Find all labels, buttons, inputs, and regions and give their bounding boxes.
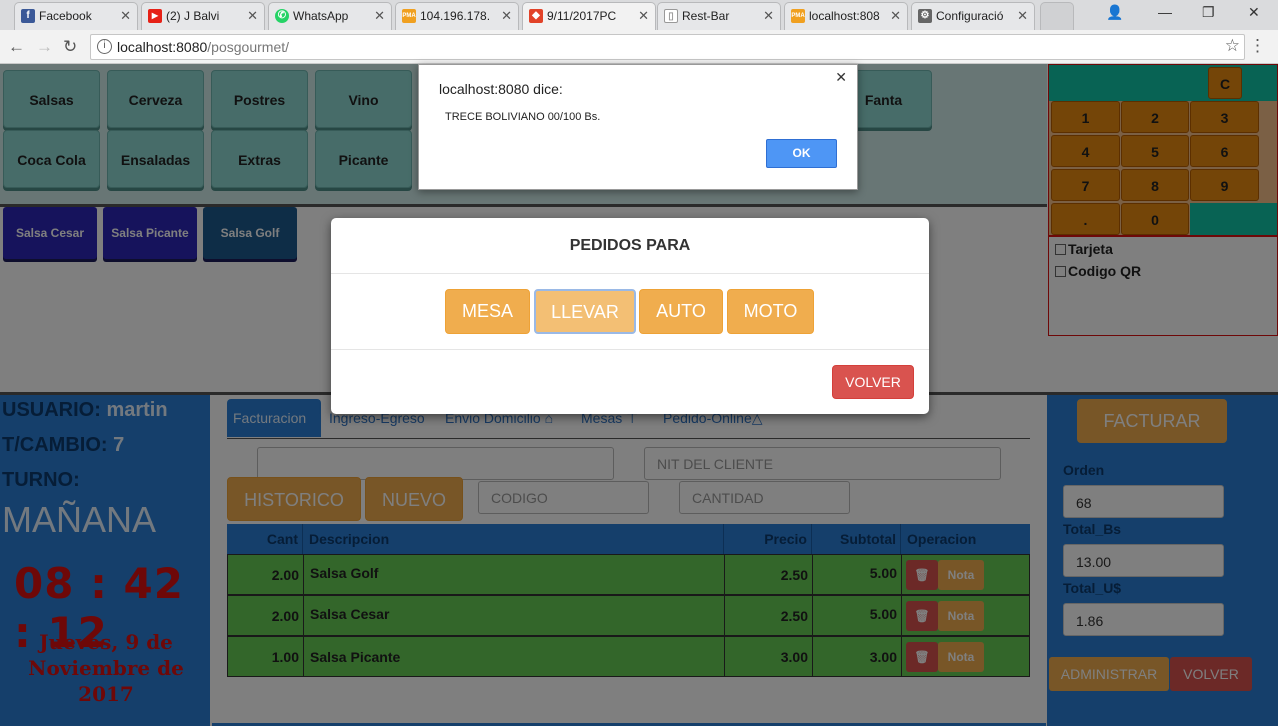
tab-label: (2) J Balvi [166, 9, 220, 23]
divider [331, 349, 929, 350]
tab-label: WhatsApp [293, 9, 349, 23]
browser-tab-localhost[interactable]: PMA localhost:808 ✕ [784, 2, 908, 30]
url-host: localhost:8080 [117, 39, 208, 55]
close-tab-icon[interactable]: ✕ [501, 8, 512, 24]
tab-label: Rest-Bar [682, 9, 730, 23]
tab-label: 104.196.178. [420, 9, 491, 23]
moto-button[interactable]: MOTO [727, 289, 814, 334]
tab-label: Facebook [39, 9, 92, 23]
minimize-icon[interactable]: — [1158, 4, 1172, 20]
close-icon[interactable]: ✕ [835, 69, 847, 86]
bookmark-star-icon[interactable]: ☆ [1225, 36, 1240, 56]
reload-icon[interactable]: ↻ [63, 37, 77, 57]
tab-label: Configuració [936, 9, 1004, 23]
modal-title: PEDIDOS PARA [331, 218, 929, 274]
page-icon: ▯ [664, 9, 678, 23]
browser-tabbar: f Facebook ✕ ▶ (2) J Balvi ✕ ✆ WhatsApp … [0, 0, 1278, 30]
youtube-icon: ▶ [148, 9, 162, 23]
llevar-button[interactable]: LLEVAR [534, 289, 636, 334]
new-tab-button[interactable] [1040, 2, 1074, 30]
url-path: /posgourmet/ [207, 39, 290, 55]
tab-label: 9/11/2017PC [547, 9, 617, 23]
browser-tab-facebook[interactable]: f Facebook ✕ [14, 2, 138, 30]
browser-tab-rest-bar[interactable]: ▯ Rest-Bar ✕ [657, 2, 781, 30]
close-window-icon[interactable]: ✕ [1248, 4, 1260, 21]
address-bar: ← → ↻ i localhost:8080/posgourmet/ ☆ ⋮ [0, 30, 1278, 64]
gitlab-icon: ◆ [529, 9, 543, 23]
restore-icon[interactable]: ❐ [1202, 4, 1215, 21]
profile-icon[interactable]: 👤 [1106, 4, 1123, 21]
gear-icon: ⚙ [918, 9, 932, 23]
phpmyadmin-icon: PMA [402, 9, 416, 23]
close-tab-icon[interactable]: ✕ [638, 8, 649, 24]
close-tab-icon[interactable]: ✕ [120, 8, 131, 24]
whatsapp-icon: ✆ [275, 9, 289, 23]
browser-tab-phpmyadmin[interactable]: PMA 104.196.178. ✕ [395, 2, 519, 30]
back-icon[interactable]: ← [8, 37, 25, 57]
browser-tab-gitlab[interactable]: ◆ 9/11/2017PC ✕ [522, 2, 656, 30]
close-tab-icon[interactable]: ✕ [1017, 8, 1028, 24]
close-tab-icon[interactable]: ✕ [374, 8, 385, 24]
browser-tab-whatsapp[interactable]: ✆ WhatsApp ✕ [268, 2, 392, 30]
facebook-icon: f [21, 9, 35, 23]
alert-ok-button[interactable]: OK [766, 139, 837, 168]
info-icon[interactable]: i [97, 39, 112, 54]
auto-button[interactable]: AUTO [639, 289, 723, 334]
phpmyadmin-icon: PMA [791, 9, 805, 23]
close-tab-icon[interactable]: ✕ [763, 8, 774, 24]
tab-label: localhost:808 [809, 9, 880, 23]
browser-tab-configuracion[interactable]: ⚙ Configuració ✕ [911, 2, 1035, 30]
close-tab-icon[interactable]: ✕ [890, 8, 901, 24]
alert-dialog: localhost:8080 dice: TRECE BOLIVIANO 00/… [418, 64, 858, 190]
alert-title: localhost:8080 dice: [439, 81, 563, 97]
url-input[interactable]: i localhost:8080/posgourmet/ [90, 34, 1245, 60]
close-tab-icon[interactable]: ✕ [247, 8, 258, 24]
alert-message: TRECE BOLIVIANO 00/100 Bs. [445, 111, 601, 123]
order-type-modal: PEDIDOS PARA MESA LLEVAR AUTO MOTO VOLVE… [331, 218, 929, 414]
modal-volver-button[interactable]: VOLVER [832, 365, 914, 399]
mesa-button[interactable]: MESA [445, 289, 530, 334]
menu-icon[interactable]: ⋮ [1249, 36, 1266, 56]
browser-tab-youtube[interactable]: ▶ (2) J Balvi ✕ [141, 2, 265, 30]
forward-icon[interactable]: → [36, 37, 53, 57]
